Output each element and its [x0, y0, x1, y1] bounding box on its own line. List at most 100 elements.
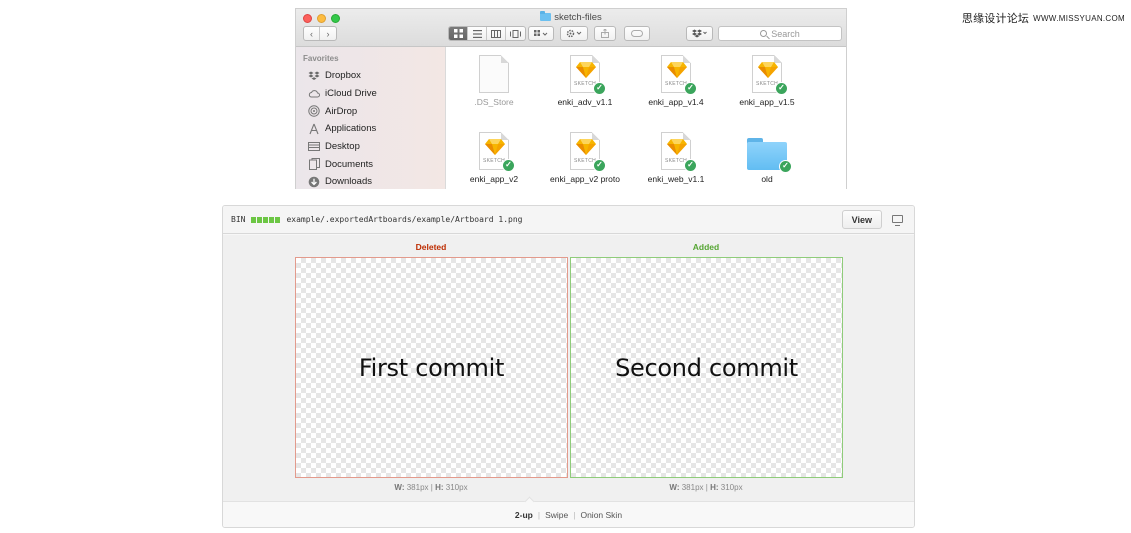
cover-flow-button[interactable] — [506, 27, 525, 40]
view-file-button[interactable]: View — [841, 210, 882, 229]
list-icon — [472, 29, 482, 38]
sidebar-item-desktop[interactable]: Desktop — [296, 138, 445, 156]
finder-titlebar: sketch-files ‹ › Search — [296, 9, 846, 47]
sidebar-item-label: Desktop — [325, 141, 360, 153]
sidebar-item-label: Downloads — [325, 176, 372, 188]
sidebar-item-label: Dropbox — [325, 70, 361, 82]
watermark-text: 思缘设计论坛 — [961, 13, 1030, 25]
desktop-icon — [308, 141, 320, 153]
sidebar-item-label: Applications — [325, 123, 377, 135]
file-name: enki_web_v1.1 — [647, 174, 705, 184]
mode-onion-skin[interactable]: Onion Skin — [575, 510, 627, 520]
synced-check-icon: ✓ — [779, 160, 792, 173]
finder-window: sketch-files ‹ › Search Favorites Dropbo… — [295, 8, 847, 189]
file-item[interactable]: .DS_Store — [454, 55, 534, 107]
sketch-gem-icon — [576, 62, 596, 78]
sidebar-item-documents[interactable]: Documents — [296, 155, 445, 173]
applications-icon — [308, 123, 320, 135]
sketch-gem-icon — [485, 139, 505, 155]
diff-two-up-view: Deleted Added First commit Second commit… — [223, 235, 914, 503]
file-item[interactable]: SKETCH ✓ enki_app_v2 — [454, 132, 534, 184]
sidebar-item-downloads[interactable]: Downloads — [296, 173, 445, 189]
synced-check-icon: ✓ — [684, 82, 697, 95]
sidebar-heading: Favorites — [303, 54, 339, 63]
icon-view-button[interactable] — [449, 27, 468, 40]
synced-check-icon: ✓ — [775, 82, 788, 95]
sketch-document-icon: SKETCH ✓ — [570, 55, 606, 95]
sketch-gem-icon — [576, 139, 596, 155]
downloads-icon — [308, 176, 320, 188]
file-item[interactable]: SKETCH ✓ enki_app_v2 proto — [545, 132, 625, 184]
deleted-label: Deleted — [415, 242, 447, 252]
synced-check-icon: ✓ — [593, 82, 606, 95]
arrange-grid-icon — [534, 29, 548, 36]
sketch-document-icon: SKETCH ✓ — [570, 132, 606, 172]
added-dimensions: W: 381px | H: 310px — [669, 483, 743, 492]
search-icon — [760, 30, 768, 37]
file-name: enki_adv_v1.1 — [557, 97, 613, 107]
sketch-document-icon: SKETCH ✓ — [752, 55, 788, 95]
folder-icon: ✓ — [747, 138, 792, 173]
sketch-document-icon: SKETCH ✓ — [661, 132, 697, 172]
columns-icon — [491, 29, 501, 38]
share-button[interactable] — [594, 26, 616, 41]
sidebar-item-icloud-drive[interactable]: iCloud Drive — [296, 85, 445, 103]
added-label: Added — [692, 242, 720, 252]
dropbox-icon — [308, 70, 320, 82]
file-item[interactable]: SKETCH ✓ enki_app_v1.4 — [636, 55, 716, 107]
tag-icon — [631, 30, 643, 37]
file-path-row: BIN example/.exportedArtboards/example/A… — [231, 215, 522, 224]
image-diff-panel: BIN example/.exportedArtboards/example/A… — [222, 205, 915, 528]
sketch-gem-icon — [667, 62, 687, 78]
sketch-gem-icon — [667, 139, 687, 155]
sketch-gem-icon — [758, 62, 778, 78]
file-name: enki_app_v1.5 — [739, 97, 795, 107]
synced-check-icon: ✓ — [502, 159, 515, 172]
file-name: enki_app_v1.4 — [648, 97, 704, 107]
desktop-monitor-icon[interactable] — [892, 215, 903, 226]
file-item[interactable]: SKETCH ✓ enki_web_v1.1 — [636, 132, 716, 184]
file-item[interactable]: SKETCH ✓ enki_adv_v1.1 — [545, 55, 625, 107]
tag-button[interactable] — [624, 26, 650, 41]
sidebar-item-airdrop[interactable]: AirDrop — [296, 102, 445, 120]
forward-button[interactable]: › — [320, 27, 336, 40]
mode-swipe[interactable]: Swipe — [540, 510, 573, 520]
back-button[interactable]: ‹ — [304, 27, 321, 40]
sidebar-item-dropbox[interactable]: Dropbox — [296, 67, 445, 85]
diffstat-blocks — [251, 216, 281, 223]
added-image-frame: Second commit — [570, 257, 843, 478]
share-icon — [601, 29, 609, 38]
watermark: 思缘设计论坛 WWW.MISSYUAN.COM — [962, 10, 1125, 26]
synced-check-icon: ✓ — [593, 159, 606, 172]
sidebar-item-applications[interactable]: Applications — [296, 120, 445, 138]
blank-document-icon — [479, 55, 509, 93]
list-view-button[interactable] — [468, 27, 487, 40]
deleted-image-text: First commit — [358, 353, 505, 382]
airdrop-icon — [308, 105, 320, 117]
search-input[interactable]: Search — [718, 26, 842, 41]
sketch-document-icon: SKETCH ✓ — [479, 132, 515, 172]
file-name: old — [761, 174, 773, 184]
diff-mode-switcher: 2-up | Swipe | Onion Skin — [223, 496, 914, 527]
grid-icon — [453, 29, 463, 38]
action-button[interactable] — [560, 26, 588, 41]
cloud-icon — [308, 88, 320, 100]
file-item[interactable]: SKETCH ✓ enki_app_v1.5 — [727, 55, 807, 107]
dropbox-menu-button[interactable] — [686, 26, 713, 41]
file-path[interactable]: example/.exportedArtboards/example/Artbo… — [286, 215, 522, 224]
deleted-dimensions: W: 381px | H: 310px — [394, 483, 468, 492]
documents-icon — [308, 158, 320, 171]
window-title: sketch-files — [296, 11, 846, 23]
column-view-button[interactable] — [487, 27, 506, 40]
synced-check-icon: ✓ — [684, 159, 697, 172]
dropbox-icon — [692, 29, 707, 38]
view-mode-switcher — [448, 26, 526, 41]
finder-sidebar: Favorites Dropbox iCloud Drive AirDrop A… — [296, 47, 446, 189]
deleted-image-frame: First commit — [295, 257, 568, 478]
file-name: enki_app_v2 proto — [550, 174, 620, 184]
mode-2-up[interactable]: 2-up — [510, 510, 538, 520]
gear-icon — [566, 29, 582, 38]
arrange-button[interactable] — [528, 26, 554, 41]
folder-item[interactable]: ✓ old — [727, 132, 807, 184]
file-name: .DS_Store — [474, 97, 514, 107]
